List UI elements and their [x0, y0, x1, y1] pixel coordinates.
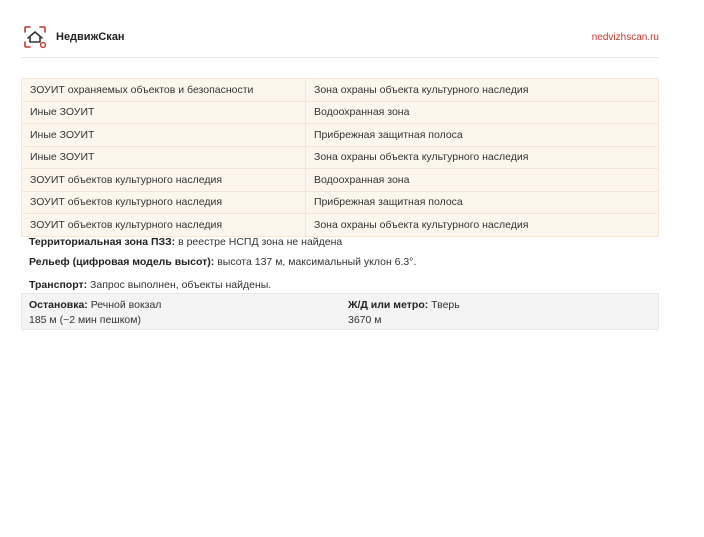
zouit-category-cell: ЗОУИТ охраняемых объектов и безопасности — [21, 78, 306, 102]
table-row: ЗОУИТ объектов культурного наследия Зона … — [21, 213, 659, 237]
relief-label: Рельеф (цифровая модель высот): — [29, 256, 215, 268]
bus-stop-distance: 185 м (~2 мин пешком) — [29, 314, 141, 326]
zouit-zone-type-cell: Зона охраны объекта культурного наследия — [305, 145, 659, 169]
zouit-category-cell: ЗОУИТ объектов культурного наследия — [21, 213, 306, 237]
transport-label: Транспорт: — [29, 279, 88, 291]
relief-value: высота 137 м, максимальный уклон 6.3°. — [217, 256, 417, 268]
zouit-zone-type-cell: Водоохранная зона — [305, 100, 659, 124]
house-scan-logo-icon — [23, 25, 47, 49]
table-row: Иные ЗОУИТ Водоохранная зона — [21, 100, 659, 124]
report-page: НедвижСкан nedvizhscan.ru ЗОУИТ охраняем… — [0, 0, 704, 537]
zouit-zone-type-cell: Водоохранная зона — [305, 168, 659, 192]
zouit-category-cell: ЗОУИТ объектов культурного наследия — [21, 168, 306, 192]
zouit-table: ЗОУИТ охраняемых объектов и безопасности… — [21, 78, 659, 237]
report-header: НедвижСкан nedvizhscan.ru — [21, 24, 659, 58]
transport-details: Остановка: Речной вокзал 185 м (~2 мин п… — [21, 293, 659, 330]
zouit-category-cell: Иные ЗОУИТ — [21, 145, 306, 169]
territorial-zone-line: Территориальная зона ПЗЗ: в реестре НСПД… — [29, 236, 342, 248]
zouit-zone-type-cell: Зона охраны объекта культурного наследия — [305, 78, 659, 102]
rail-station-name: Тверь — [431, 299, 460, 311]
bus-stop-cell: Остановка: Речной вокзал 185 м (~2 мин п… — [29, 298, 161, 328]
territorial-zone-value: в реестре НСПД зона не найдена — [178, 236, 343, 248]
table-row: ЗОУИТ охраняемых объектов и безопасности… — [21, 78, 659, 102]
table-row: ЗОУИТ объектов культурного наследия Водоо… — [21, 168, 659, 192]
bus-stop-label: Остановка: — [29, 299, 88, 311]
table-row: ЗОУИТ объектов культурного наследия Прибр… — [21, 190, 659, 214]
zouit-category-cell: Иные ЗОУИТ — [21, 100, 306, 124]
zouit-zone-type-cell: Прибрежная защитная полоса — [305, 123, 659, 147]
zouit-zone-type-cell: Зона охраны объекта культурного наследия — [305, 213, 659, 237]
zouit-zone-type-cell: Прибрежная защитная полоса — [305, 190, 659, 214]
table-row: Иные ЗОУИТ Прибрежная защитная полоса — [21, 123, 659, 147]
bus-stop-name: Речной вокзал — [90, 299, 162, 311]
site-link[interactable]: nedvizhscan.ru — [592, 32, 659, 43]
relief-line: Рельеф (цифровая модель высот): высота 1… — [29, 256, 416, 268]
transport-value: Запрос выполнен, объекты найдены. — [90, 279, 272, 291]
brand-name: НедвижСкан — [56, 31, 125, 43]
table-row: Иные ЗОУИТ Зона охраны объекта культурног… — [21, 145, 659, 169]
territorial-zone-label: Территориальная зона ПЗЗ: — [29, 236, 176, 248]
zouit-category-cell: Иные ЗОУИТ — [21, 123, 306, 147]
rail-station-label: Ж/Д или метро: — [348, 299, 429, 311]
transport-line: Транспорт: Запрос выполнен, объекты найд… — [29, 279, 271, 291]
rail-station-distance: 3670 м — [348, 314, 382, 326]
zouit-category-cell: ЗОУИТ объектов культурного наследия — [21, 190, 306, 214]
rail-station-cell: Ж/Д или метро: Тверь 3670 м — [348, 298, 460, 328]
